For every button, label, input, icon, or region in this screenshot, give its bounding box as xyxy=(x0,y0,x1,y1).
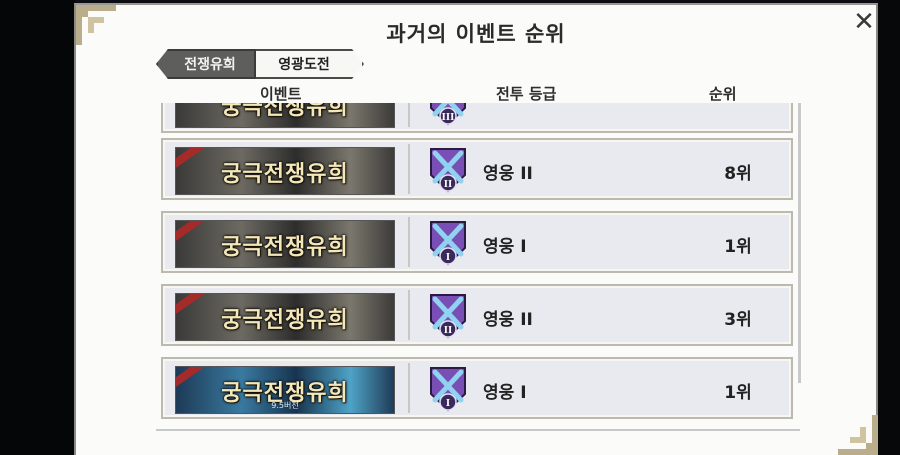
rank-emblem-icon: I xyxy=(430,367,466,412)
scrollbar[interactable] xyxy=(798,103,801,383)
list-bottom-border xyxy=(156,429,800,431)
banner-title: 궁극전쟁유희 xyxy=(221,161,349,187)
modal-title: 과거의 이벤트 순위 xyxy=(386,22,566,46)
column-header-event: 이벤트 xyxy=(260,85,302,103)
emblem-roman: II xyxy=(444,326,452,336)
list-item[interactable]: 궁극전쟁유희 III xyxy=(161,103,793,133)
event-ranking-modal: 과거의 이벤트 순위 ✕ 전쟁유희 영광도전 이벤트 전투 등급 순위 궁극전쟁… xyxy=(74,3,878,455)
rank-label: 3위 xyxy=(724,310,752,330)
banner-title: 궁극전쟁유희 xyxy=(221,234,349,260)
rank-emblem-icon: I xyxy=(430,221,466,266)
event-banner: 궁극전쟁유희 xyxy=(175,147,395,195)
row-divider xyxy=(408,217,410,267)
tab-war-game[interactable]: 전쟁유희 xyxy=(156,49,256,79)
list-item[interactable]: 궁극전쟁유희 II 영웅 II 3위 xyxy=(161,284,793,346)
rank-label: 1위 xyxy=(724,237,752,257)
banner-title: 궁극전쟁유희 xyxy=(221,307,349,333)
row-divider xyxy=(408,363,410,413)
emblem-roman: III xyxy=(442,113,455,123)
grade-label: 영웅 II xyxy=(483,164,533,184)
emblem-roman: I xyxy=(446,253,450,263)
list-item[interactable]: 궁극전쟁유희 I 영웅 I 1위 xyxy=(161,211,793,273)
background-left xyxy=(0,0,75,455)
rank-label: 1위 xyxy=(724,383,752,403)
row-divider xyxy=(408,290,410,340)
event-ranking-list[interactable]: 궁극전쟁유희 III 궁극전쟁유희 II 영웅 II 8위 궁극전쟁유희 I 영… xyxy=(156,103,800,429)
list-item[interactable]: 궁극전쟁유희 9.5버전 I 영웅 I 1위 xyxy=(161,357,793,419)
grade-label: 영웅 II xyxy=(483,310,533,330)
grade-label: 영웅 I xyxy=(483,237,527,257)
event-banner: 궁극전쟁유희 9.5버전 xyxy=(175,366,395,414)
event-banner: 궁극전쟁유희 xyxy=(175,293,395,341)
tab-glory-challenge[interactable]: 영광도전 xyxy=(256,49,364,79)
rank-emblem-icon: II xyxy=(430,148,466,193)
banner-subtitle: 9.5버전 xyxy=(271,401,299,410)
close-icon: ✕ xyxy=(853,7,875,37)
row-divider xyxy=(408,103,410,127)
event-banner: 궁극전쟁유희 xyxy=(175,220,395,268)
list-item[interactable]: 궁극전쟁유희 II 영웅 II 8위 xyxy=(161,138,793,200)
event-banner: 궁극전쟁유희 xyxy=(175,103,395,128)
column-header-rank: 순위 xyxy=(709,85,737,103)
column-header-grade: 전투 등급 xyxy=(496,85,557,103)
close-button[interactable]: ✕ xyxy=(850,8,878,36)
banner-title: 궁극전쟁유희 xyxy=(221,103,349,120)
rank-emblem-icon: III xyxy=(430,103,466,126)
emblem-roman: II xyxy=(444,180,452,190)
corner-ornament-bottom-right xyxy=(838,415,878,455)
rank-emblem-icon: II xyxy=(430,294,466,339)
rank-label: 8위 xyxy=(724,164,752,184)
grade-label: 영웅 I xyxy=(483,383,527,403)
row-divider xyxy=(408,144,410,194)
background-right xyxy=(878,0,900,455)
emblem-roman: I xyxy=(446,399,450,409)
